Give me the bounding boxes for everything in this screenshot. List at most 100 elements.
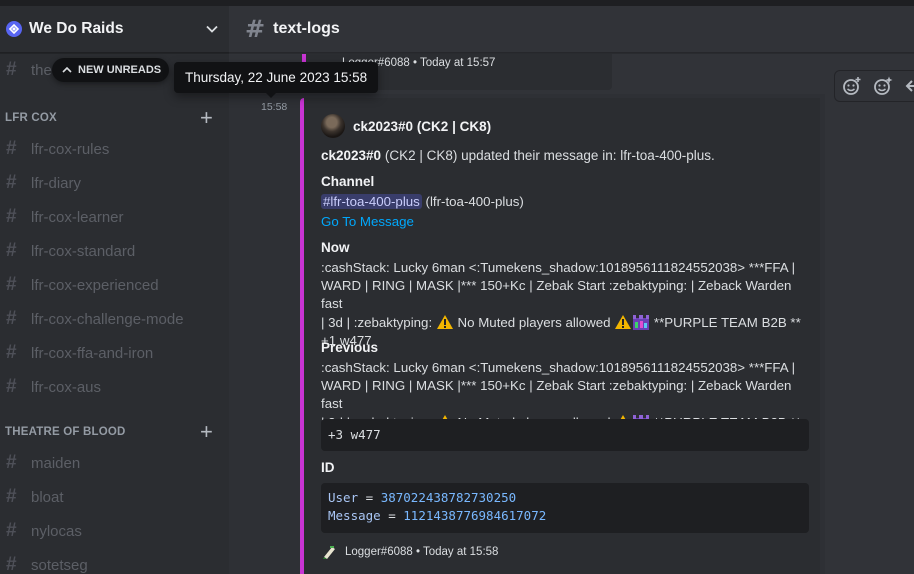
author-avatar[interactable] xyxy=(321,114,345,138)
server-header[interactable]: We Do Raids xyxy=(0,6,229,53)
channel-item-maiden[interactable]: # maiden xyxy=(0,446,229,480)
timestamp-tooltip: Thursday, 22 June 2023 15:58 xyxy=(174,62,379,98)
go-to-message-link[interactable]: Go To Message xyxy=(321,213,811,231)
server-name: We Do Raids xyxy=(29,20,124,37)
channel-label: lfr-cox-rules xyxy=(31,140,110,158)
embed-footer: Logger#6088 • Today at 15:58 xyxy=(321,544,498,560)
logger-bot-icon xyxy=(323,546,335,559)
channel-hash-icon: # xyxy=(6,240,17,261)
new-unreads-pill[interactable]: NEW UNREADS xyxy=(52,58,170,82)
new-unreads-label: NEW UNREADS xyxy=(78,64,162,76)
embed-author-name: ck2023#0 (CK2 | CK8) xyxy=(353,118,492,134)
channel-hash-icon: # xyxy=(6,342,17,363)
id-eq: = xyxy=(358,490,381,505)
channel-item-lfr-cox-ffa-and-iron[interactable]: # lfr-cox-ffa-and-iron xyxy=(0,336,229,370)
field-now-value: :cashStack: Lucky 6man <:Tumekens_shadow… xyxy=(321,259,811,350)
channel-item-bloat[interactable]: # bloat xyxy=(0,480,229,514)
chevron-up-icon xyxy=(62,66,72,73)
channel-item-lfr-cox-aus[interactable]: # lfr-cox-aus xyxy=(0,370,229,404)
warning-icon xyxy=(615,315,632,329)
embed-author: ck2023#0 (CK2 | CK8) xyxy=(321,114,491,138)
channel-item-lfr-cox-standard[interactable]: # lfr-cox-standard xyxy=(0,234,229,268)
channel-hash-icon: # xyxy=(6,59,17,80)
channel-item-sotetseg[interactable]: # sotetseg xyxy=(0,548,229,574)
channel-paren: (lfr-toa-400-plus) xyxy=(421,194,524,209)
channel-item-lfr-diary[interactable]: # lfr-diary xyxy=(0,166,229,200)
channel-hash-icon: # xyxy=(6,308,17,329)
category-lfr-cox[interactable]: LFR COX + xyxy=(0,107,229,129)
id-code-block: User = 387022438782730250 Message = 1121… xyxy=(321,483,809,533)
channel-hash-icon: # xyxy=(6,452,17,473)
embed-description: ck2023#0 (CK2 | CK8) updated their messa… xyxy=(321,148,715,163)
channel-label: lfr-cox-challenge-mode xyxy=(31,310,184,328)
field-channel-label: Channel xyxy=(321,174,375,189)
channel-label: lfr-cox-aus xyxy=(31,378,102,396)
channel-hash-icon: # xyxy=(6,376,17,397)
prev-line-1: :cashStack: Lucky 6man <:Tumekens_shadow… xyxy=(321,360,796,375)
now-line-3c: **PURPLE TEAM B2B ** xyxy=(650,315,801,330)
field-channel-value: #lfr-toa-400-plus (lfr-toa-400-plus) xyxy=(321,193,811,211)
now-line-4: +1 w477 xyxy=(321,333,372,348)
channel-item-lfr-cox-learner[interactable]: # lfr-cox-learner xyxy=(0,200,229,234)
channel-hash-icon: # xyxy=(6,206,17,227)
category-theatre-of-blood[interactable]: THEATRE OF BLOOD + xyxy=(0,421,229,443)
previous-code-block: +3 w477 xyxy=(321,419,809,451)
channel-label: nylocas xyxy=(31,522,82,540)
channel-label: lfr-cox-learner xyxy=(31,208,124,226)
id-message-row: Message = 1121438776984617072 xyxy=(328,507,802,525)
now-line-1: :cashStack: Lucky 6man <:Tumekens_shadow… xyxy=(321,260,796,275)
now-line-3: | 3d | :zebaktyping: No Muted players al… xyxy=(321,313,811,332)
category-label: THEATRE OF BLOOD xyxy=(5,426,126,438)
now-line-3b: No Muted players allowed xyxy=(453,315,615,330)
chevron-down-icon[interactable] xyxy=(205,22,219,36)
channel-label: lfr-diary xyxy=(31,174,82,192)
channel-hash-icon: # xyxy=(6,274,17,295)
prev-line-2: WARD | RING | MASK |*** 150+Kc | Zebak S… xyxy=(321,378,792,411)
add-reaction-icon[interactable] xyxy=(841,75,863,97)
channel-label: sotetseg xyxy=(31,556,88,574)
message-timestamp[interactable]: 15:58 xyxy=(261,101,287,113)
log-embed: ck2023#0 (CK2 | CK8) ck2023#0 (CK2 | CK8… xyxy=(300,98,820,574)
channel-mention-label: lfr-toa-400-plus xyxy=(330,194,420,209)
description-text: (CK2 | CK8) updated their message in: lf… xyxy=(381,148,715,163)
channel-header: # text-logs xyxy=(229,6,914,53)
channel-label: lfr-cox-ffa-and-iron xyxy=(31,344,154,362)
right-gutter xyxy=(825,54,914,574)
channel-hash-icon: # xyxy=(6,520,17,541)
id-message-key: Message xyxy=(328,508,381,523)
channel-label: lfr-cox-standard xyxy=(31,242,136,260)
channel-hash-icon: # xyxy=(245,15,266,43)
reply-icon[interactable] xyxy=(903,75,914,97)
field-now-label: Now xyxy=(321,240,350,255)
id-message-value: 1121438776984617072 xyxy=(403,508,547,523)
channel-label: bloat xyxy=(31,488,64,506)
channel-label: lfr-cox-experienced xyxy=(31,276,159,294)
now-line-3a: | 3d | :zebaktyping: xyxy=(321,315,436,330)
id-user-row: User = 387022438782730250 xyxy=(328,489,802,507)
channel-item-lfr-cox-challenge-mode[interactable]: # lfr-cox-challenge-mode xyxy=(0,302,229,336)
id-eq: = xyxy=(380,508,404,523)
channel-hash-icon: # xyxy=(6,138,17,159)
channel-hash-icon: # xyxy=(6,554,17,574)
field-id-label: ID xyxy=(321,460,335,475)
channel-title: text-logs xyxy=(273,20,340,37)
channel-hash-icon: # xyxy=(6,486,17,507)
add-channel-icon[interactable]: + xyxy=(200,421,213,443)
embed-footer-text: Logger#6088 • Today at 15:58 xyxy=(345,546,499,558)
description-username: ck2023#0 xyxy=(321,148,382,163)
channel-item-nylocas[interactable]: # nylocas xyxy=(0,514,229,548)
category-label: LFR COX xyxy=(5,112,57,124)
channel-label: maiden xyxy=(31,454,81,472)
channel-hash-icon: # xyxy=(6,172,17,193)
add-channel-icon[interactable]: + xyxy=(200,107,213,129)
now-line-2: WARD | RING | MASK |*** 150+Kc | Zebak S… xyxy=(321,278,792,311)
id-user-value: 387022438782730250 xyxy=(380,490,517,505)
channel-item-lfr-cox-experienced[interactable]: # lfr-cox-experienced xyxy=(0,268,229,302)
purple-team-emoji-icon xyxy=(633,315,650,330)
id-user-key: User xyxy=(328,490,359,505)
channel-mention[interactable]: #lfr-toa-400-plus xyxy=(321,194,422,209)
channel-item-lfr-cox-rules[interactable]: # lfr-cox-rules xyxy=(0,132,229,166)
super-reaction-icon[interactable] xyxy=(872,75,894,97)
field-previous-label: Previous xyxy=(321,340,379,355)
server-boost-icon xyxy=(6,21,22,37)
